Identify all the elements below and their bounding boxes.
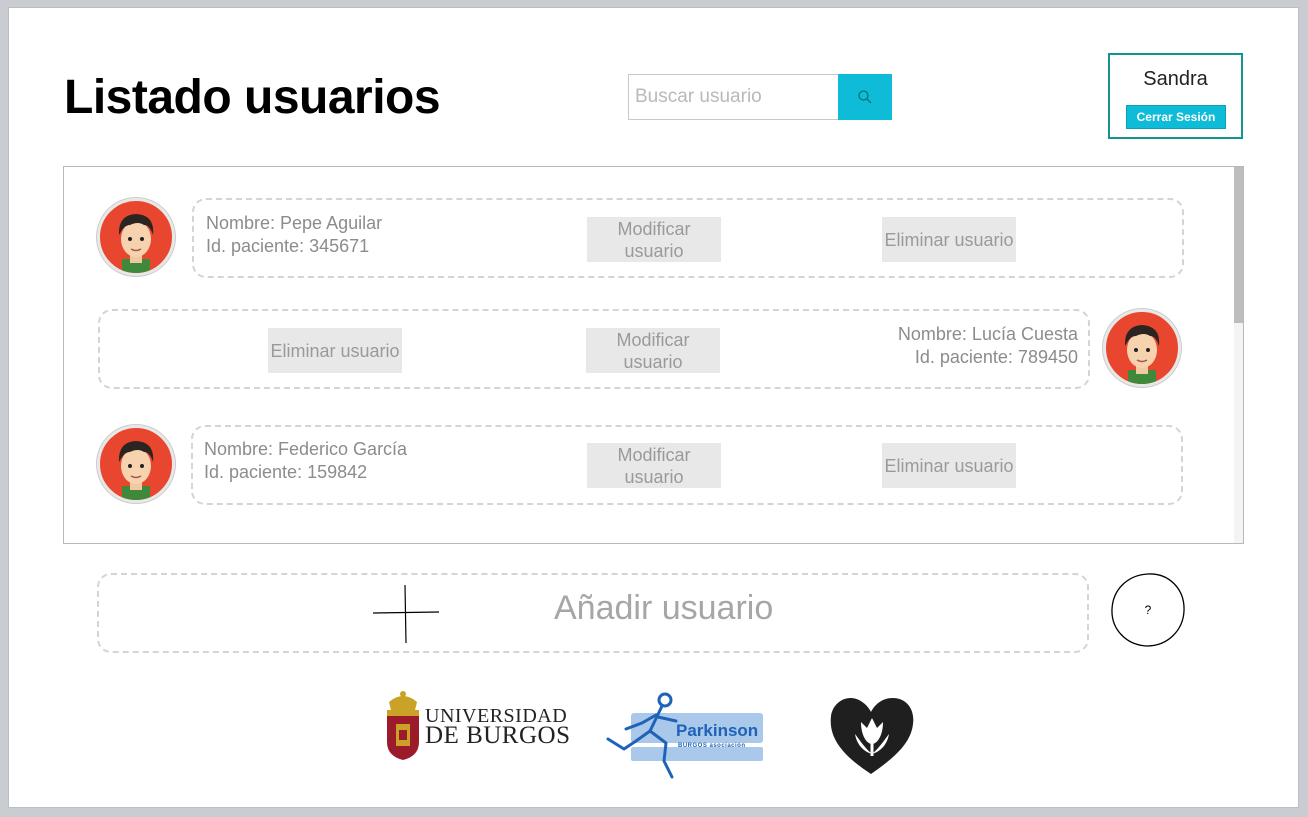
user-name: Nombre: Federico García [204,439,408,459]
parkinson-logo: Parkinson BURGOS asociación [606,691,766,781]
search-bar [628,74,892,120]
user-row: Eliminar usuario Modificar usuario Nombr… [98,309,1090,389]
heart-tulip-icon [830,697,914,774]
delete-user-button[interactable]: Eliminar usuario [882,443,1016,488]
avatar-icon [118,441,154,500]
logout-button[interactable]: Cerrar Sesión [1126,105,1226,129]
search-button[interactable] [838,74,892,120]
scrollbar-thumb[interactable] [1234,167,1243,323]
help-button[interactable]: ? [1109,571,1187,649]
delete-user-button[interactable]: Eliminar usuario [268,328,402,373]
user-id: Id. paciente: 789450 [914,347,1078,367]
user-row: Nombre: Federico García Id. paciente: 15… [191,425,1183,505]
avatar-icon [1124,325,1160,384]
parkinson-name: Parkinson [676,721,759,740]
user-list[interactable]: Nombre: Pepe Aguilar Id. paciente: 34567… [63,166,1244,544]
parkinson-subtitle: BURGOS asociación [678,743,746,749]
search-input[interactable] [628,74,838,120]
university-name: UNIVERSIDAD DE BURGOS [425,705,571,749]
user-info: Nombre: Federico García Id. paciente: 15… [204,438,407,484]
user-name: Nombre: Pepe Aguilar [206,213,383,233]
session-box: Sandra Cerrar Sesión [1108,53,1243,139]
plus-icon [372,584,440,644]
page-title: Listado usuarios [64,71,441,124]
avatar-icon [118,214,154,273]
scrollbar[interactable] [1234,167,1243,543]
user-info: Nombre: Pepe Aguilar Id. paciente: 34567… [206,212,382,258]
avatar-icon [97,198,175,276]
user-name: Nombre: Lucía Cuesta [897,324,1078,344]
university-crest-icon [387,691,419,760]
page: Listado usuarios Sandra Cerrar Sesión [8,7,1299,808]
avatar-icon [97,425,175,503]
user-id: Id. paciente: 159842 [204,462,368,482]
help-label: ? [1144,603,1152,617]
university-logo: UNIVERSIDAD DE BURGOS [383,688,573,760]
user-id: Id. paciente: 345671 [206,236,370,256]
add-user-label: Añadir usuario [554,589,774,627]
avatar-icon [1103,309,1181,387]
delete-user-button[interactable]: Eliminar usuario [882,217,1016,262]
modify-user-button[interactable]: Modificar usuario [587,217,721,262]
tulip-heart-logo [827,694,917,776]
add-user-button[interactable]: Añadir usuario [97,573,1089,653]
search-icon [858,90,872,104]
session-user-name: Sandra [1143,68,1208,90]
user-row: Nombre: Pepe Aguilar Id. paciente: 34567… [192,198,1184,278]
modify-user-button[interactable]: Modificar usuario [586,328,720,373]
modify-user-button[interactable]: Modificar usuario [587,443,721,488]
user-info: Nombre: Lucía Cuesta Id. paciente: 78945… [898,323,1078,369]
